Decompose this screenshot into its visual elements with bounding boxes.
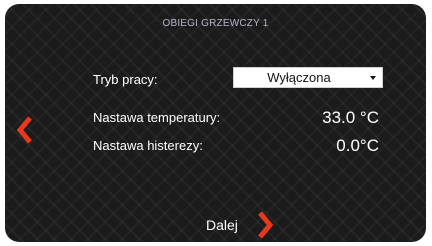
mode-select[interactable]: Wyłączona [233, 67, 383, 88]
next-label[interactable]: Dalej [206, 217, 238, 233]
hysteresis-label: Nastawa histerezy: [93, 138, 203, 153]
device-screen: OBIEGI GRZEWCZY 1 Tryb pracy: Wyłączona … [5, 4, 426, 242]
hysteresis-value[interactable]: 0.0°C [336, 136, 379, 156]
chevron-left-icon[interactable] [16, 115, 34, 145]
temperature-value[interactable]: 33.0 °C [322, 108, 379, 128]
screen-title: OBIEGI GRZEWCZY 1 [162, 18, 269, 29]
temperature-label: Nastawa temperatury: [93, 110, 221, 125]
chevron-right-icon[interactable] [256, 210, 274, 240]
mode-select-value: Wyłączona [267, 70, 331, 85]
mode-label: Tryb pracy: [93, 72, 158, 87]
caret-down-icon [370, 76, 376, 80]
